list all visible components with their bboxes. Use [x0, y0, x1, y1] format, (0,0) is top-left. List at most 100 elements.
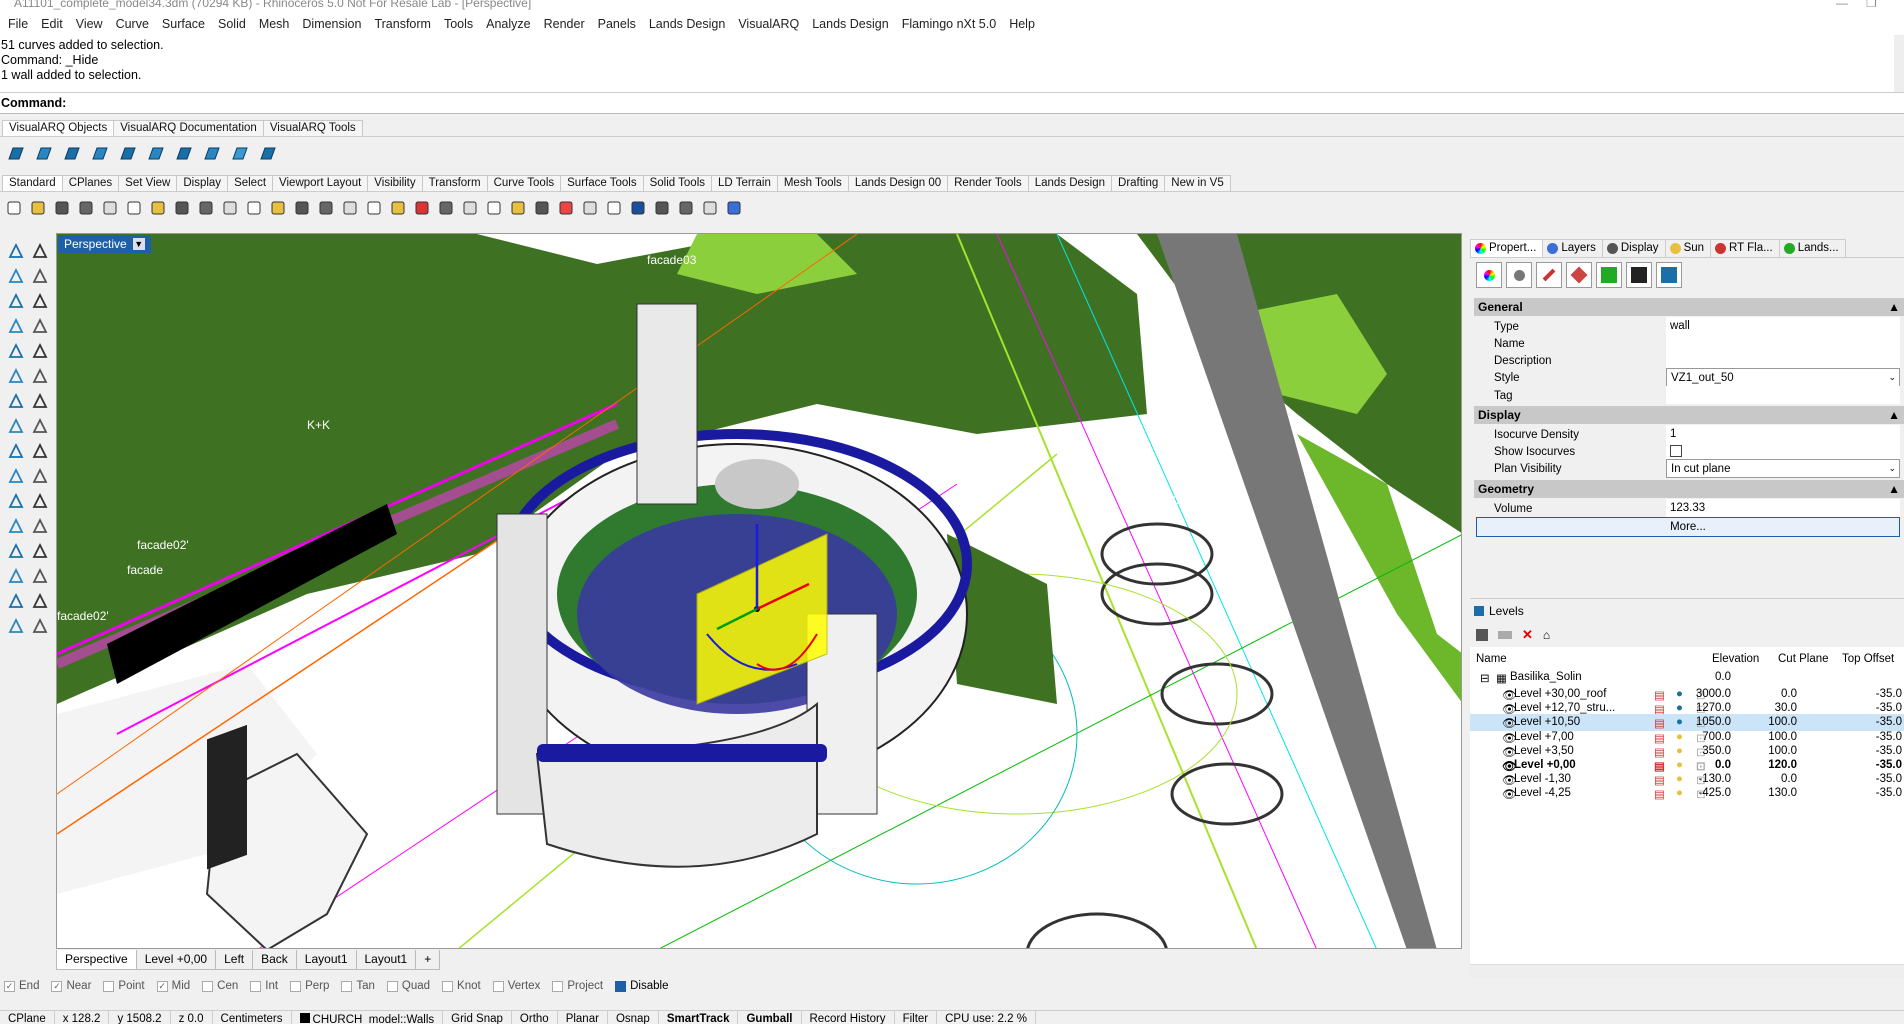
level-cut-plane[interactable]: 100.0 — [1768, 716, 1797, 728]
perspective-viewport[interactable]: facade02' facade facade03 facade facade0… — [56, 233, 1462, 949]
osnap-checkbox[interactable] — [442, 980, 454, 992]
history-scrollbar[interactable] — [1894, 35, 1904, 92]
menu-item[interactable]: Panels — [592, 17, 643, 31]
col-cut-plane[interactable]: Cut Plane — [1778, 653, 1829, 665]
menu-item[interactable]: Surface — [156, 17, 212, 31]
osnap-disable[interactable]: Disable — [615, 980, 668, 992]
osnap-checkbox[interactable] — [341, 980, 353, 992]
toolbar-tab[interactable]: Render Tools — [947, 175, 1029, 191]
new-icon[interactable] — [4, 198, 24, 218]
menu-item[interactable]: Curve — [110, 17, 156, 31]
light-bulb-icon[interactable]: ● — [1676, 745, 1683, 757]
pan-icon[interactable] — [220, 198, 240, 218]
menu-item[interactable]: Transform — [368, 17, 438, 31]
viewport-tab[interactable]: Level +0,00 — [135, 950, 217, 970]
toolbar-tab[interactable]: Lands Design 00 — [847, 175, 949, 191]
object-properties-icon[interactable] — [1476, 262, 1502, 288]
sphere-icon[interactable] — [29, 390, 51, 412]
toolbar-tab[interactable]: Solid Tools — [642, 175, 712, 191]
color-wheel-icon[interactable] — [556, 198, 576, 218]
help-icon[interactable] — [724, 198, 744, 218]
menu-item[interactable]: Edit — [35, 17, 70, 31]
new-sublevel-icon[interactable] — [1498, 631, 1512, 639]
level-top-offset[interactable]: -35.0 — [1876, 716, 1902, 728]
join-icon[interactable] — [29, 465, 51, 487]
level-top-offset[interactable]: -35.0 — [1876, 773, 1902, 785]
col-elevation[interactable]: Elevation — [1712, 653, 1759, 665]
panel-tab[interactable]: Propert... — [1470, 239, 1544, 257]
toolbar-tab[interactable]: LD Terrain — [711, 175, 778, 191]
level-elevation[interactable]: 1050.0 — [1696, 716, 1731, 728]
panel-tab[interactable]: Display — [1601, 239, 1666, 257]
level-top-offset[interactable]: -35.0 — [1876, 702, 1902, 714]
extrude-icon[interactable] — [29, 365, 51, 387]
toolbar-tab[interactable]: Display — [176, 175, 229, 191]
copy-icon[interactable] — [148, 198, 168, 218]
level-cut-plane[interactable]: 0.0 — [1781, 688, 1797, 700]
trim-icon[interactable] — [29, 440, 51, 462]
render-sphere-icon[interactable] — [604, 198, 624, 218]
door-icon[interactable] — [116, 144, 140, 164]
minimize-icon[interactable]: — — [1836, 0, 1848, 10]
light-bulb-icon[interactable]: ● — [1676, 716, 1683, 728]
menu-item[interactable]: Flamingo nXt 5.0 — [896, 17, 1004, 31]
menu-item[interactable]: Dimension — [296, 17, 368, 31]
level-top-offset[interactable]: -35.0 — [1876, 787, 1902, 799]
osnap-checkbox[interactable]: ✓ — [51, 980, 63, 992]
curtain-wall-icon[interactable] — [32, 144, 56, 164]
plan-visibility-select[interactable]: In cut plane ⌄ — [1666, 459, 1900, 478]
osnap-checkbox[interactable]: ✓ — [4, 980, 15, 992]
point-icon[interactable] — [29, 240, 51, 262]
menu-item[interactable]: Mesh — [253, 17, 297, 31]
toolbar-tab[interactable]: Surface Tools — [560, 175, 644, 191]
curve-icon[interactable] — [29, 265, 51, 287]
record-history-toggle[interactable]: Record History — [802, 1011, 895, 1024]
level-top-offset[interactable]: -35.0 — [1876, 731, 1902, 743]
level-elevation[interactable]: -425.0 — [1698, 787, 1731, 799]
level-elevation[interactable]: 0.0 — [1715, 759, 1731, 771]
level-row[interactable]: 👁 Level -4,25 ▤ ● ⊡ -425.0 130.0 -35.0 — [1470, 785, 1904, 802]
delete-icon[interactable]: ✕ — [1522, 627, 1533, 643]
toolbar-tab[interactable]: Curve Tools — [486, 175, 562, 191]
gear-icon[interactable] — [460, 198, 480, 218]
zoom-window-icon[interactable] — [292, 198, 312, 218]
rectangle-icon[interactable] — [29, 315, 51, 337]
osnap-checkbox[interactable] — [552, 980, 564, 992]
toolbar-tab[interactable]: VisualARQ Objects — [2, 120, 115, 136]
toolbar-tab[interactable]: Set View — [118, 175, 178, 191]
window-icon[interactable] — [144, 144, 168, 164]
polyline-icon[interactable] — [5, 265, 27, 287]
viewport-tab[interactable]: Perspective — [56, 950, 137, 970]
menu-item[interactable]: View — [70, 17, 110, 31]
level-cut-plane[interactable]: 100.0 — [1768, 745, 1797, 757]
osnap-checkbox[interactable]: ✓ — [156, 980, 168, 992]
arc-icon[interactable] — [29, 290, 51, 312]
toolbar-tab[interactable]: VisualARQ Tools — [262, 120, 363, 136]
element-icon[interactable] — [256, 144, 280, 164]
status-units[interactable]: Centimeters — [213, 1011, 292, 1024]
viewport-tab[interactable]: Layout1 — [355, 950, 417, 970]
move-icon[interactable] — [5, 515, 27, 537]
save-icon[interactable] — [52, 198, 72, 218]
collapse-icon[interactable]: ▲ — [1888, 408, 1900, 422]
osnap-checkbox[interactable] — [103, 980, 115, 992]
pointer-icon[interactable] — [652, 198, 672, 218]
toolbar-tab[interactable]: Select — [227, 175, 274, 191]
rotate-icon[interactable] — [29, 515, 51, 537]
undo-icon[interactable] — [196, 198, 216, 218]
sphere-icon[interactable] — [580, 198, 600, 218]
osnap-near[interactable]: ✓ Near — [51, 980, 91, 992]
menu-item[interactable]: VisualARQ — [732, 17, 806, 31]
osnap-checkbox[interactable] — [250, 980, 262, 992]
smarttrack-toggle[interactable]: SmartTrack — [659, 1011, 739, 1024]
level-top-offset[interactable]: -35.0 — [1876, 688, 1902, 700]
menu-item[interactable]: Render — [538, 17, 592, 31]
menu-item[interactable]: File — [2, 17, 35, 31]
ellipse-icon[interactable] — [5, 315, 27, 337]
osnap-toggle[interactable]: Osnap — [608, 1011, 659, 1024]
menu-item[interactable]: Help — [1003, 17, 1042, 31]
planar-toggle[interactable]: Planar — [558, 1011, 608, 1024]
viewport-tab[interactable]: Back — [252, 950, 297, 970]
general-section[interactable]: General ▲ — [1474, 298, 1904, 316]
level-elevation[interactable]: 350.0 — [1702, 745, 1731, 757]
